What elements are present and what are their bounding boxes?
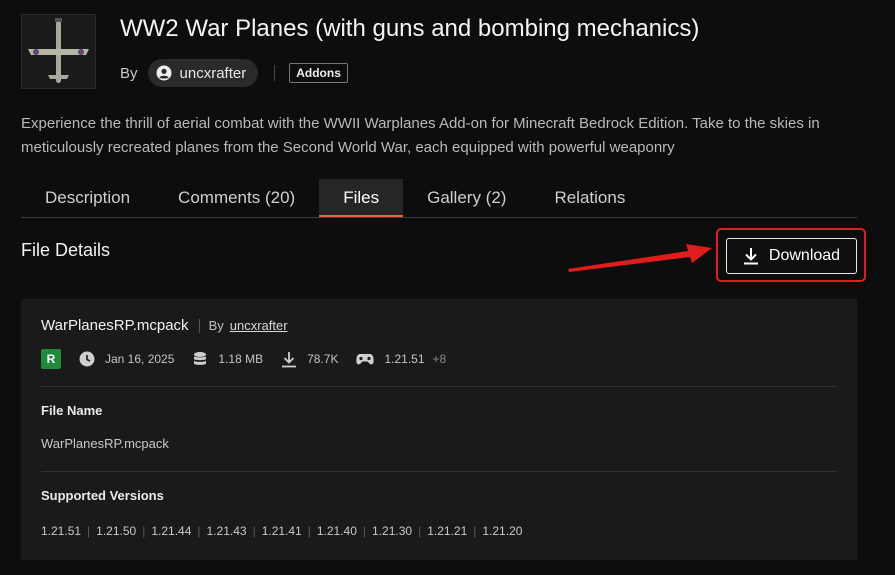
meta-size: 1.18 MB bbox=[192, 351, 263, 367]
supported-versions-list: 1.21.51 | 1.21.50 | 1.21.44 | 1.21.43 | 1.21… bbox=[41, 524, 523, 538]
tab-comments[interactable]: Comments (20) bbox=[154, 179, 319, 217]
download-count-icon bbox=[282, 351, 297, 367]
user-circle-icon bbox=[156, 65, 172, 81]
version-item: 1.21.40 bbox=[316, 524, 357, 538]
file-date: Jan 16, 2025 bbox=[105, 352, 175, 366]
version-item: 1.21.21 bbox=[427, 524, 468, 538]
tab-relations[interactable]: Relations bbox=[530, 179, 649, 217]
meta-date: Jan 16, 2025 bbox=[79, 351, 174, 367]
header-divider bbox=[198, 318, 200, 333]
file-game-version: 1.21.51 bbox=[384, 352, 425, 366]
author-button[interactable]: uncxrafter bbox=[147, 59, 259, 87]
download-button[interactable]: Download bbox=[726, 238, 857, 274]
card-divider-2 bbox=[41, 471, 837, 472]
version-item: 1.21.44 bbox=[151, 524, 192, 538]
file-by-label: By bbox=[208, 318, 224, 333]
file-name-label: File Name bbox=[41, 403, 103, 418]
database-icon bbox=[194, 352, 207, 365]
version-item: 1.21.30 bbox=[372, 524, 413, 538]
file-author-link[interactable]: uncxrafter bbox=[230, 318, 288, 333]
download-label: Download bbox=[768, 247, 841, 264]
file-header: WarPlanesRP.mcpack By uncxrafter bbox=[41, 317, 288, 334]
project-title: WW2 War Planes (with guns and bombing me… bbox=[120, 15, 700, 42]
file-details-card: WarPlanesRP.mcpack By uncxrafter R Jan 1… bbox=[21, 299, 857, 560]
version-item: 1.21.51 bbox=[41, 524, 82, 538]
tab-bar: Description Comments (20) Files Gallery … bbox=[21, 179, 857, 218]
file-downloads: 78.7K bbox=[307, 352, 339, 366]
supported-versions-label: Supported Versions bbox=[41, 488, 164, 503]
release-badge: R bbox=[41, 349, 61, 369]
version-item: 1.21.41 bbox=[261, 524, 302, 538]
project-byline: By uncxrafter Addons bbox=[120, 59, 348, 87]
by-label: By bbox=[120, 64, 138, 82]
author-name: uncxrafter bbox=[179, 64, 247, 82]
tab-files[interactable]: Files bbox=[319, 179, 404, 217]
clock-icon bbox=[79, 351, 95, 367]
tab-description[interactable]: Description bbox=[21, 179, 154, 217]
meta-downloads: 78.7K bbox=[281, 351, 338, 368]
project-thumbnail bbox=[21, 14, 96, 89]
gamepad-icon bbox=[356, 354, 375, 365]
version-item: 1.21.50 bbox=[96, 524, 137, 538]
file-title: WarPlanesRP.mcpack bbox=[41, 317, 189, 334]
more-versions: +8 bbox=[432, 352, 447, 366]
section-title: File Details bbox=[21, 240, 111, 260]
meta-version: 1.21.51 +8 bbox=[356, 352, 446, 366]
version-item: 1.21.43 bbox=[206, 524, 247, 538]
file-meta: R Jan 16, 2025 1.18 MB 78.7K 1.21.51 +8 bbox=[41, 349, 464, 369]
download-icon bbox=[743, 248, 758, 265]
byline-divider bbox=[274, 65, 276, 81]
annotation-arrow bbox=[568, 244, 712, 272]
file-size: 1.18 MB bbox=[218, 352, 264, 366]
plane-image bbox=[28, 18, 89, 83]
file-name-value: WarPlanesRP.mcpack bbox=[41, 436, 169, 451]
tab-gallery[interactable]: Gallery (2) bbox=[403, 179, 530, 217]
category-badge[interactable]: Addons bbox=[289, 63, 348, 83]
project-description: Experience the thrill of aerial combat w… bbox=[21, 115, 820, 156]
card-divider-1 bbox=[41, 386, 837, 387]
version-item: 1.21.20 bbox=[482, 524, 523, 538]
